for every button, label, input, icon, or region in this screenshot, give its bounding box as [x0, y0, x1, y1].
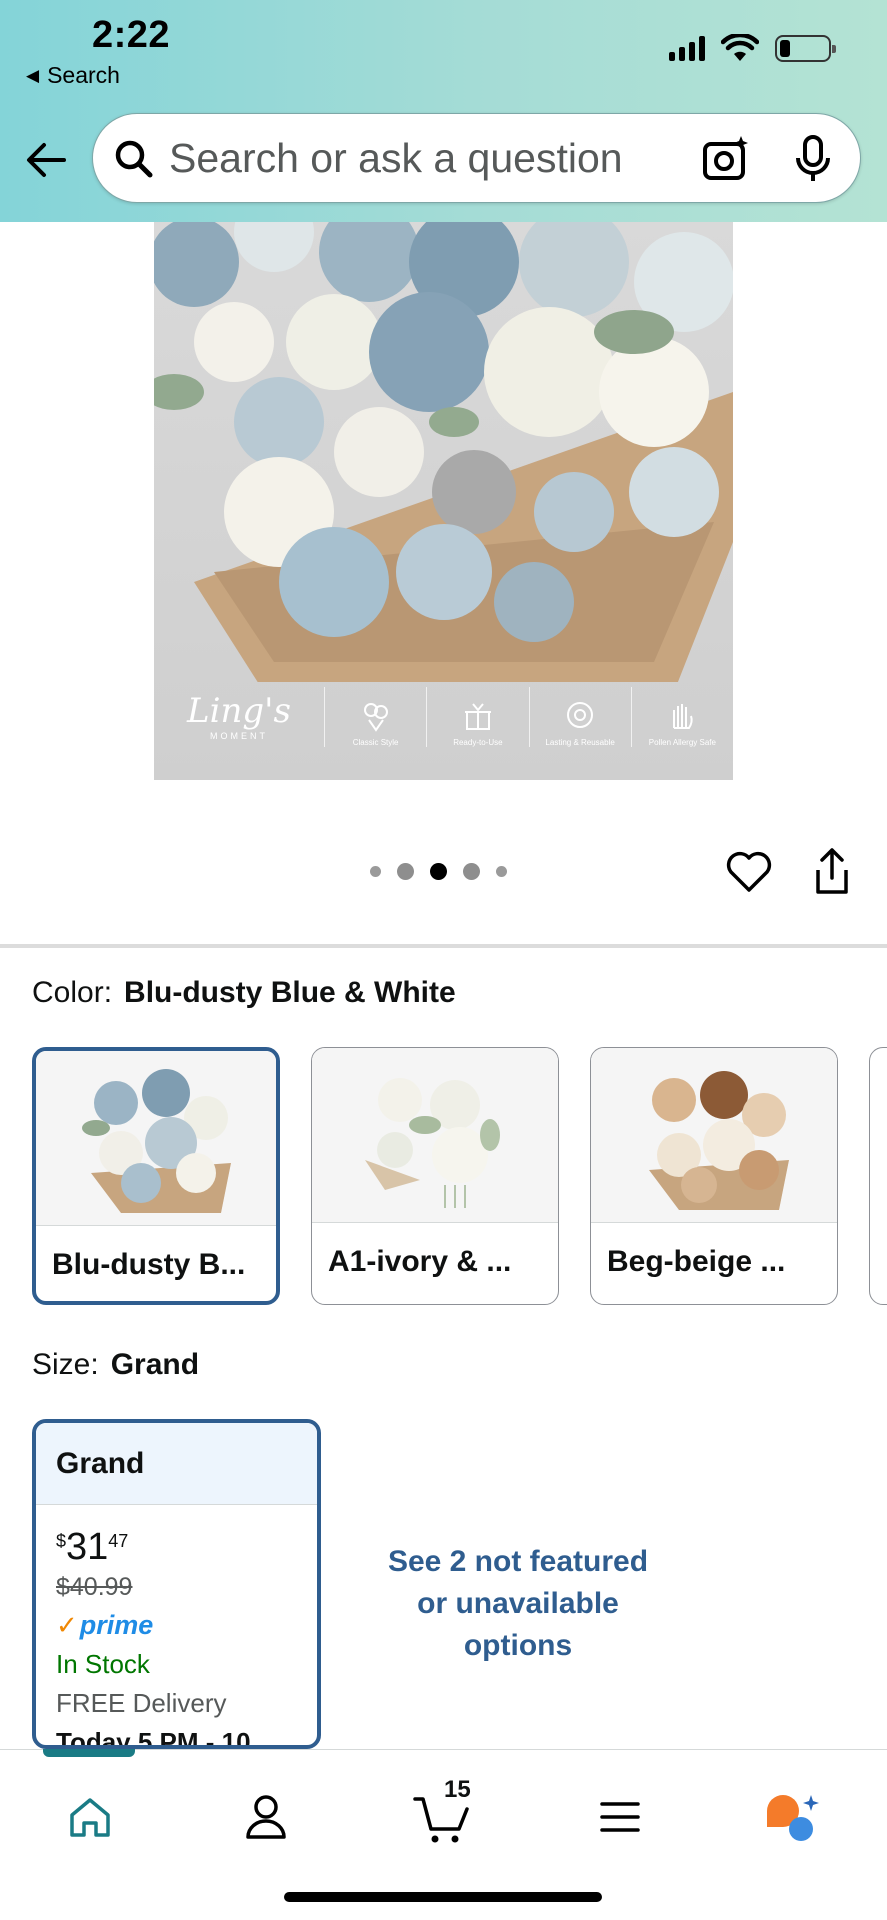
color-swatch-blue[interactable]: Blu-dusty B...: [32, 1047, 280, 1305]
flower-box-illustration: [154, 222, 733, 682]
selected-color-value: Blu-dusty Blue & White: [124, 976, 456, 1009]
nav-cart[interactable]: 15: [398, 1772, 488, 1862]
heart-icon[interactable]: [725, 848, 773, 896]
carousel-dot[interactable]: [463, 863, 480, 880]
status-time: 2:22: [92, 14, 171, 56]
feature-pollen-allergy-safe: Pollen Allergy Safe: [630, 687, 733, 747]
section-divider: [0, 944, 887, 948]
feature-strip: Ling's MOMENT Classic Style Ready-to-Use…: [154, 682, 733, 752]
product-image[interactable]: Ling's MOMENT Classic Style Ready-to-Use…: [154, 222, 733, 780]
search-bar[interactable]: [92, 113, 861, 203]
back-to-search-app[interactable]: ◀ Search: [26, 62, 120, 89]
hand-icon: [673, 704, 694, 729]
feature-classic-style: Classic Style: [324, 687, 426, 747]
delivery-date: Today 5 PM - 10: [56, 1727, 251, 1749]
search-icon: [115, 140, 153, 178]
active-tab-indicator: [43, 1749, 135, 1757]
carousel-dot-active[interactable]: [430, 863, 447, 880]
cart-count-badge: 15: [444, 1776, 471, 1803]
size-option-name: Grand: [36, 1423, 317, 1505]
home-icon: [70, 1798, 110, 1837]
prime-check-icon: ✓: [56, 1610, 78, 1640]
swatch-label: Beg-beige ...: [607, 1245, 786, 1278]
image-carousel-dots[interactable]: [370, 863, 507, 880]
search-input[interactable]: [169, 126, 699, 190]
wifi-icon: [721, 34, 759, 61]
prime-badge: ✓ prime: [56, 1610, 154, 1640]
price: $ 31 47: [56, 1526, 129, 1568]
color-swatch-partial[interactable]: [869, 1047, 887, 1305]
microphone-icon[interactable]: [793, 134, 833, 184]
feature-lasting-reusable: Lasting & Reusable: [528, 687, 631, 747]
stock-status: In Stock: [56, 1649, 150, 1679]
back-triangle-icon: ◀: [26, 65, 40, 85]
selected-size-value: Grand: [110, 1348, 200, 1381]
nav-rufus-assistant[interactable]: [748, 1772, 838, 1862]
see-unavailable-options-link[interactable]: See 2 not featured or unavailable option…: [368, 1541, 668, 1667]
battery-icon: [775, 34, 836, 62]
status-icons: [669, 34, 836, 62]
hamburger-menu-icon: [600, 1802, 640, 1832]
reuse-cycle-icon: [567, 702, 594, 728]
swatch-image: [591, 1048, 837, 1223]
color-swatch-beige[interactable]: Beg-beige ...: [590, 1047, 838, 1305]
swatch-image: [312, 1048, 558, 1223]
swatch-label: A1-ivory & ...: [328, 1245, 512, 1278]
bouquet-icon: [363, 703, 388, 732]
share-icon[interactable]: [810, 846, 854, 896]
carousel-dot[interactable]: [370, 866, 381, 877]
nav-home[interactable]: [45, 1772, 135, 1862]
camera-search-icon[interactable]: [701, 134, 751, 184]
list-price: $40.99: [56, 1573, 133, 1601]
carousel-dot[interactable]: [397, 863, 414, 880]
size-selector-label: Size: Grand: [32, 1348, 200, 1381]
size-option-grand[interactable]: Grand $ 31 47 $40.99 ✓ prime In Stock FR…: [32, 1419, 321, 1749]
home-indicator: [284, 1892, 602, 1902]
back-arrow-icon[interactable]: [24, 138, 68, 182]
gift-box-icon: [464, 703, 491, 730]
cellular-signal-icon: [669, 35, 705, 61]
color-selector-label: Color: Blu-dusty Blue & White: [32, 976, 456, 1009]
swatch-label: Blu-dusty B...: [52, 1248, 246, 1281]
brand-logo: Ling's MOMENT: [187, 690, 291, 741]
color-swatch-ivory[interactable]: A1-ivory & ...: [311, 1047, 559, 1305]
carousel-dot[interactable]: [496, 866, 507, 877]
ai-assistant-icon: [767, 1795, 819, 1841]
delivery-info: FREE Delivery: [56, 1688, 227, 1718]
nav-account[interactable]: [221, 1772, 311, 1862]
nav-menu[interactable]: [575, 1772, 665, 1862]
top-header: 2:22 ◀ Search: [0, 0, 887, 222]
feature-ready-to-use: Ready-to-Use: [426, 687, 528, 747]
user-icon: [246, 1795, 286, 1839]
back-to-app-label: Search: [47, 62, 120, 88]
color-swatch-row[interactable]: Blu-dusty B... A1-ivory & ... Beg-beige …: [32, 1047, 887, 1305]
swatch-image: [36, 1051, 276, 1226]
